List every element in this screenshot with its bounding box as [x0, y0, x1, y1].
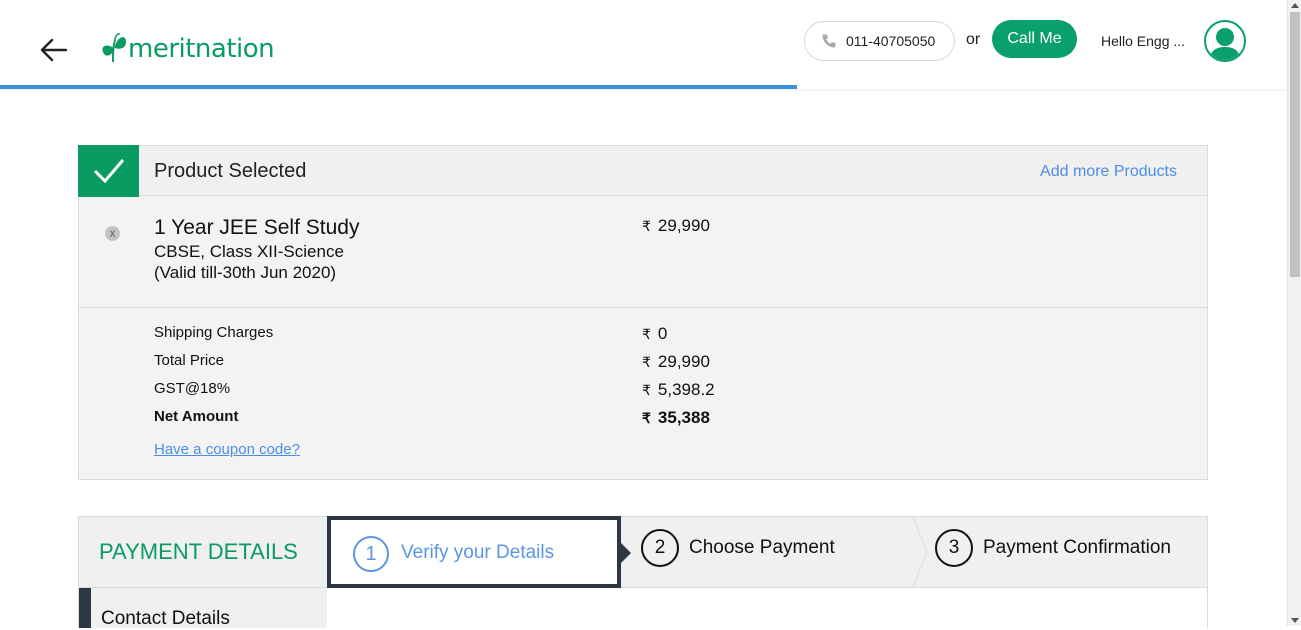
- user-avatar-icon[interactable]: [1204, 20, 1246, 62]
- step-separator-chevron-icon: [913, 517, 928, 587]
- step-label: Payment Confirmation: [983, 537, 1171, 558]
- checkout-progress-bar: [0, 85, 1287, 89]
- step-number: 2: [641, 529, 679, 567]
- product-price-value: 29,990: [657, 216, 710, 235]
- meritnation-logo[interactable]: meritnation: [98, 26, 275, 66]
- page-scrollbar[interactable]: [1287, 0, 1301, 626]
- top-header: meritnation 011-40705050 or Call Me Hell…: [0, 0, 1287, 89]
- butterfly-logo-icon: [102, 33, 126, 63]
- product-item-row: X 1 Year JEE Self Study CBSE, Class XII-…: [79, 196, 1207, 308]
- scroll-down-arrow-icon[interactable]: [1291, 618, 1299, 623]
- active-step-arrow-icon: [621, 543, 631, 563]
- product-validity: (Valid till-30th Jun 2020): [154, 263, 337, 282]
- summary-value: ₹0: [642, 324, 668, 343]
- step-number: 3: [935, 529, 973, 567]
- add-more-products-link[interactable]: Add more Products: [1040, 163, 1177, 181]
- user-greeting[interactable]: Hello Engg ...: [1101, 33, 1185, 49]
- coupon-code-link[interactable]: Have a coupon code?: [154, 441, 300, 458]
- avatar-silhouette-icon: [1209, 28, 1241, 60]
- product-name: 1 Year JEE Self Study: [154, 216, 360, 239]
- summary-label: Total Price: [154, 352, 225, 369]
- payment-steps-bar: PAYMENT DETAILS 1 Verify your Details 2 …: [78, 516, 1208, 588]
- phone-number-text: 011-40705050: [846, 33, 936, 49]
- summary-value: ₹35,388: [642, 408, 710, 427]
- product-selected-title: Product Selected: [154, 160, 307, 182]
- call-me-button[interactable]: Call Me: [992, 20, 1077, 58]
- summary-label: Net Amount: [154, 408, 239, 425]
- total-price-row: Total Price ₹29,990: [79, 352, 1207, 376]
- product-selected-panel: Product Selected Add more Products X 1 Y…: [78, 145, 1208, 480]
- phone-number-pill[interactable]: 011-40705050: [804, 21, 955, 61]
- product-panel-header: Product Selected Add more Products: [78, 145, 1207, 197]
- scroll-up-arrow-icon[interactable]: [1291, 3, 1299, 8]
- gst-row: GST@18% ₹5,398.2: [79, 380, 1207, 404]
- shipping-charges-row: Shipping Charges ₹0: [79, 324, 1207, 348]
- contact-details-label[interactable]: Contact Details: [101, 608, 230, 630]
- summary-value: ₹29,990: [642, 352, 710, 371]
- checkmark-icon: [78, 145, 139, 197]
- summary-label: Shipping Charges: [154, 324, 274, 341]
- step-verify-details[interactable]: 1 Verify your Details: [327, 516, 621, 588]
- payment-details-title: PAYMENT DETAILS: [99, 539, 298, 564]
- step-label: Choose Payment: [689, 537, 835, 558]
- scroll-thumb[interactable]: [1290, 12, 1300, 277]
- step-number: 1: [353, 536, 389, 572]
- payment-content-pane: [327, 588, 1208, 628]
- or-text: or: [966, 31, 981, 48]
- remove-product-button[interactable]: X: [105, 226, 120, 241]
- summary-value: ₹5,398.2: [642, 380, 715, 399]
- payment-sidebar: Contact Details: [78, 588, 327, 630]
- step-choose-payment[interactable]: 2 Choose Payment: [641, 517, 913, 587]
- back-arrow-icon[interactable]: [38, 36, 70, 64]
- rupee-symbol: ₹: [642, 218, 651, 234]
- active-section-indicator: [79, 588, 91, 628]
- summary-label: GST@18%: [154, 380, 231, 397]
- product-board: CBSE, Class XII-Science: [154, 242, 344, 261]
- product-price: ₹29,990: [642, 216, 710, 236]
- step-payment-confirmation[interactable]: 3 Payment Confirmation: [935, 517, 1207, 587]
- checkout-progress-fill: [0, 85, 797, 89]
- net-amount-row: Net Amount ₹35,388: [79, 408, 1207, 432]
- logo-text: meritnation: [128, 34, 275, 64]
- phone-icon: [822, 34, 836, 48]
- step-label: Verify your Details: [401, 542, 555, 563]
